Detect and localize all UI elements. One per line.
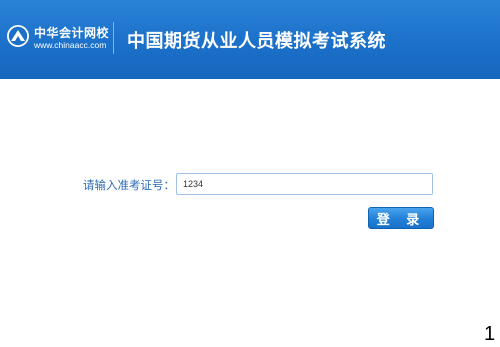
header-divider [113,22,114,54]
login-button[interactable]: 登 录 [368,207,434,229]
admission-number-label: 请输入准考证号： [83,178,175,192]
header-bar: 中华会计网校 www.chinaacc.com 中国期货从业人员模拟考试系统 [0,0,500,79]
logo-url: www.chinaacc.com [34,40,107,50]
chinaacc-logo-icon [7,25,29,47]
page-number: 1 [484,323,496,345]
logo-name: 中华会计网校 [34,26,110,40]
admission-number-input[interactable] [176,173,433,195]
system-title: 中国期货从业人员模拟考试系统 [127,31,386,52]
login-page: 中华会计网校 www.chinaacc.com 中国期货从业人员模拟考试系统 请… [0,0,500,347]
